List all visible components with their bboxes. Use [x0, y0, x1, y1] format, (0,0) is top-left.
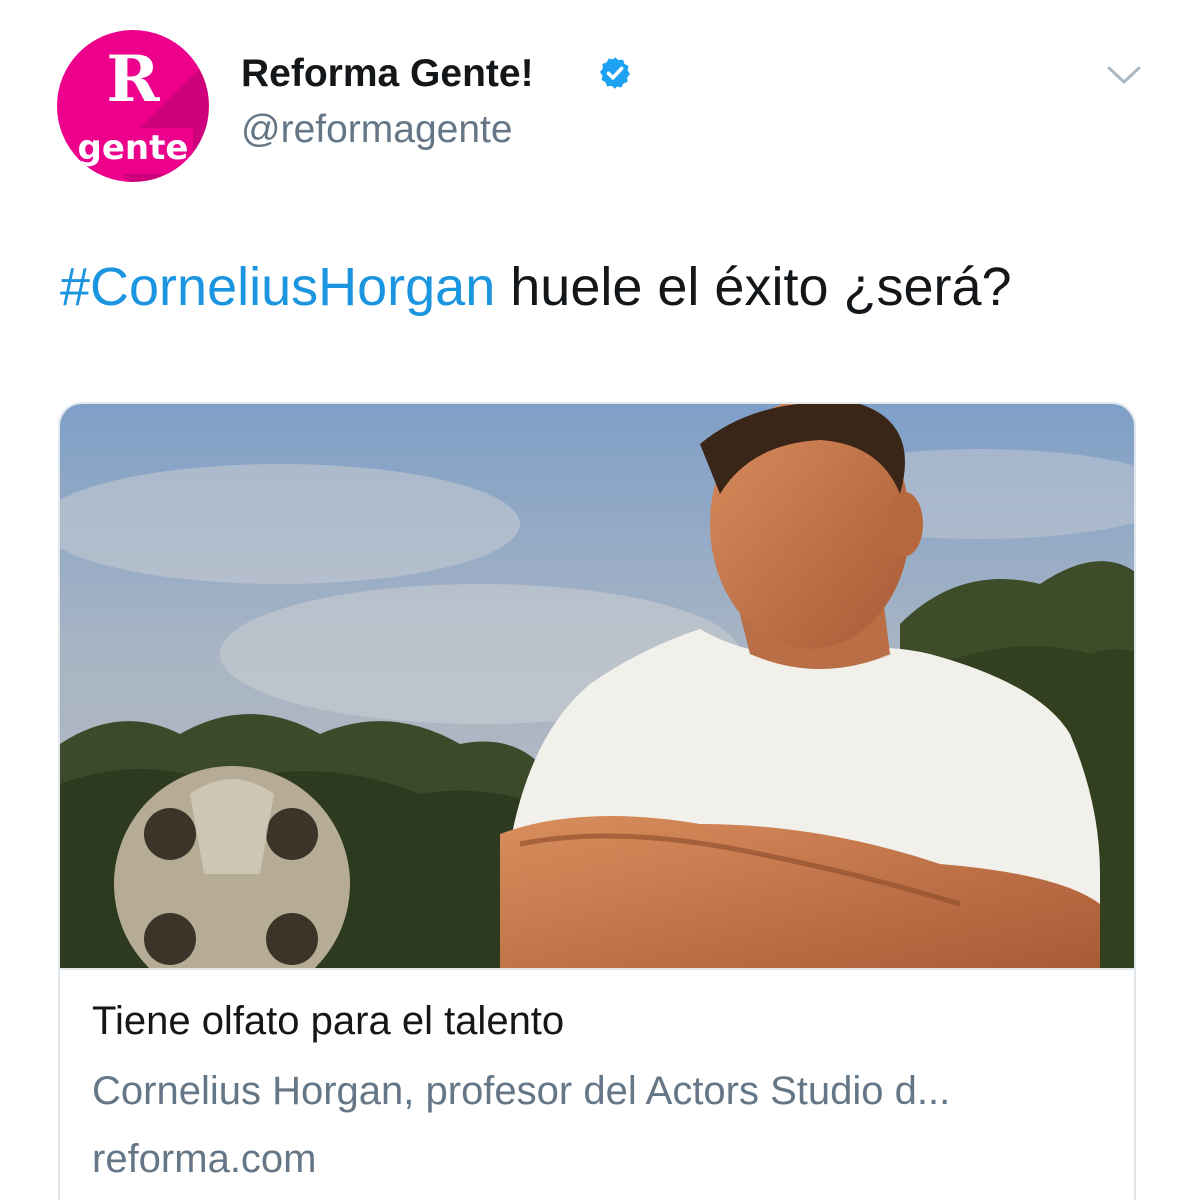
- chevron-down-icon[interactable]: [1106, 62, 1142, 88]
- card-domain: reforma.com: [92, 1137, 317, 1181]
- hashtag-link[interactable]: #CorneliusHorgan: [60, 257, 495, 317]
- card-divider: [60, 968, 1134, 970]
- user-handle[interactable]: @reformagente: [241, 106, 513, 154]
- avatar[interactable]: R gente: [57, 30, 209, 182]
- verified-badge-icon: [600, 57, 630, 89]
- link-card[interactable]: Tiene olfato para el talento Cornelius H…: [58, 402, 1136, 1200]
- display-name[interactable]: Reforma Gente!: [241, 50, 534, 98]
- avatar-logo-word: gente: [73, 128, 193, 174]
- card-photo[interactable]: [60, 404, 1136, 968]
- tweet-text: #CorneliusHorgan huele el éxito ¿será?: [60, 252, 1150, 322]
- card-description: Cornelius Horgan, profesor del Actors St…: [92, 1069, 951, 1113]
- tweet-body-text: huele el éxito ¿será?: [495, 257, 1012, 317]
- card-title[interactable]: Tiene olfato para el talento: [92, 996, 1112, 1046]
- tweet-header: R gente Reforma Gente! @reformagente: [0, 0, 1194, 200]
- avatar-logo-letter: R: [106, 42, 160, 117]
